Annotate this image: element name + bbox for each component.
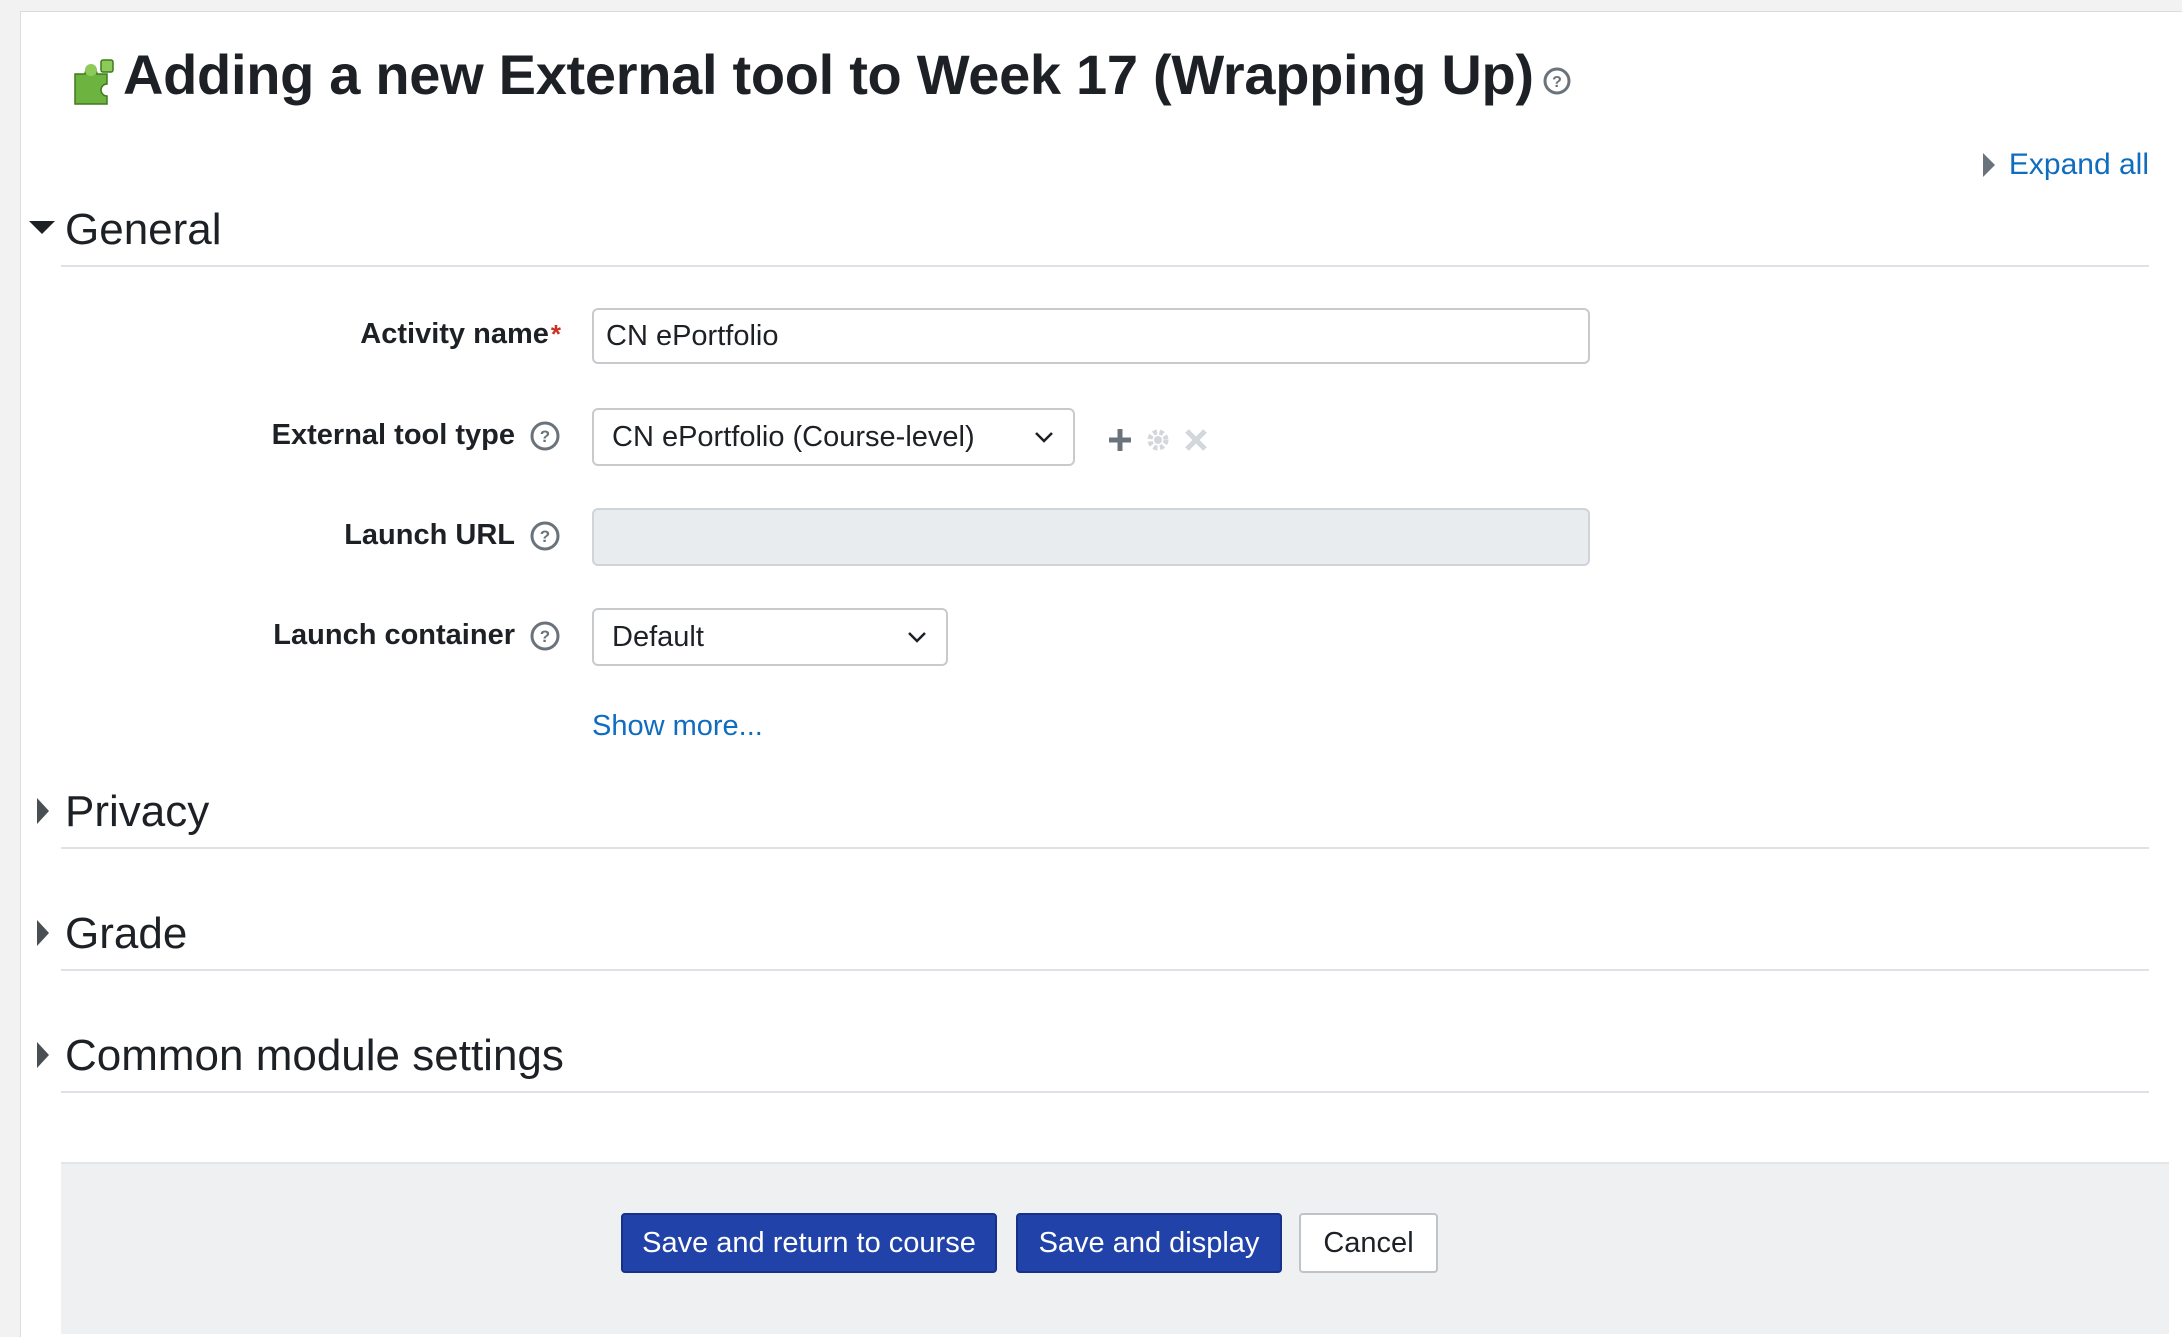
expand-all-label: Expand all (2008, 148, 2149, 181)
activity-name-label-row: Activity name * (51, 318, 561, 351)
tool-type-actions (1106, 426, 1210, 454)
expand-all-link[interactable]: Expand all (1982, 148, 2149, 182)
section-privacy-header[interactable]: Privacy (29, 778, 2149, 838)
section-general-header[interactable]: General (29, 196, 2149, 256)
tool-type-label-row: External tool type ? (51, 419, 561, 452)
section-general-title: General (65, 205, 222, 254)
section-divider (61, 847, 2149, 849)
help-icon[interactable]: ? (1542, 66, 1572, 96)
tool-type-select[interactable]: CN ePortfolio (Course-level) (592, 408, 1075, 466)
launch-container-value: Default (612, 620, 704, 653)
launch-container-label: Launch container (273, 619, 515, 651)
page-header: Adding a new External tool to Week 17 (W… (67, 42, 1572, 107)
section-common-header[interactable]: Common module settings (29, 1022, 2149, 1082)
tool-type-label: External tool type (271, 419, 515, 451)
collapse-caret-icon (29, 221, 55, 234)
launch-container-label-row: Launch container ? (51, 619, 561, 652)
svg-text:?: ? (540, 627, 550, 646)
save-display-button[interactable]: Save and display (1016, 1213, 1282, 1273)
expand-triangle-icon (1982, 153, 1995, 177)
page-title: Adding a new External tool to Week 17 (W… (123, 43, 1534, 106)
add-icon[interactable] (1106, 426, 1134, 454)
expand-caret-icon (37, 920, 49, 946)
section-divider (61, 1091, 2149, 1093)
svg-text:?: ? (540, 527, 550, 546)
gear-icon[interactable] (1144, 426, 1172, 454)
required-mark: * (550, 319, 561, 349)
puzzle-piece-icon (74, 58, 114, 105)
launch-url-input (592, 508, 1590, 566)
close-icon[interactable] (1182, 426, 1210, 454)
launch-container-select[interactable]: Default (592, 608, 948, 666)
chevron-down-icon (1035, 432, 1053, 443)
form-actions-bar: Save and return to course Save and displ… (61, 1162, 2169, 1334)
launch-url-label-row: Launch URL ? (51, 519, 561, 552)
launch-url-label: Launch URL (344, 519, 515, 551)
page-container: Adding a new External tool to Week 17 (W… (20, 11, 2182, 1337)
help-icon[interactable]: ? (529, 420, 561, 452)
activity-name-value: CN ePortfolio (606, 319, 779, 352)
save-return-button[interactable]: Save and return to course (621, 1213, 997, 1273)
svg-text:?: ? (1552, 74, 1562, 91)
chevron-down-icon (908, 632, 926, 643)
svg-text:?: ? (540, 427, 550, 446)
tool-type-value: CN ePortfolio (Course-level) (612, 420, 975, 453)
section-privacy-title: Privacy (65, 787, 210, 836)
section-divider (61, 265, 2149, 267)
section-grade-header[interactable]: Grade (29, 900, 2149, 960)
help-icon[interactable]: ? (529, 620, 561, 652)
activity-name-label: Activity name (360, 318, 549, 350)
section-common-title: Common module settings (65, 1031, 564, 1080)
show-more-link[interactable]: Show more... (592, 710, 763, 743)
section-divider (61, 969, 2149, 971)
help-icon[interactable]: ? (529, 520, 561, 552)
cancel-button[interactable]: Cancel (1299, 1213, 1438, 1273)
expand-caret-icon (37, 1042, 49, 1068)
section-grade-title: Grade (65, 909, 188, 958)
activity-name-input[interactable]: CN ePortfolio (592, 308, 1590, 364)
expand-caret-icon (37, 798, 49, 824)
